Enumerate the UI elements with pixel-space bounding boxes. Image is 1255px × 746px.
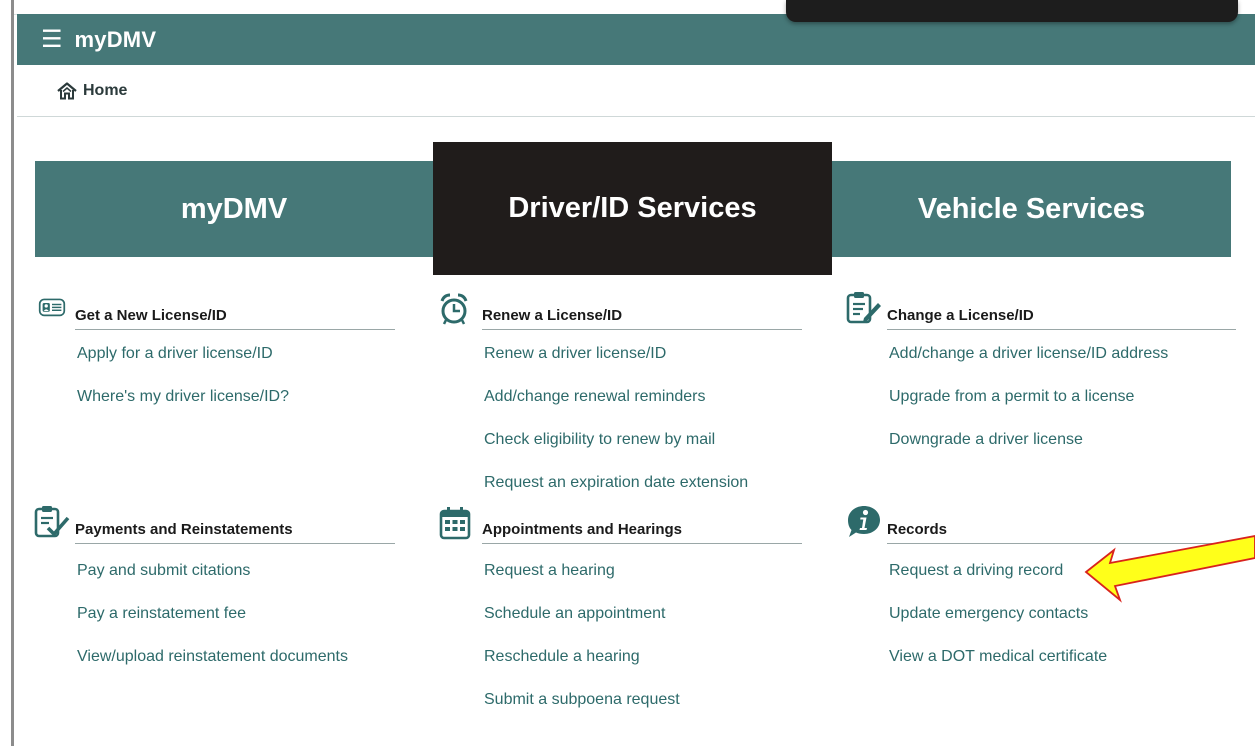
breadcrumb: Home <box>17 65 1255 117</box>
site-brand[interactable]: myDMV <box>75 27 157 53</box>
section-get-new-license: Get a New License/ID Apply for a driver … <box>34 298 395 405</box>
info-icon <box>848 506 880 537</box>
clipboard-check-icon <box>34 506 70 538</box>
section-payments: Payments and Reinstatements Pay and subm… <box>34 506 395 665</box>
link-renew-by-mail[interactable]: Check eligibility to renew by mail <box>484 431 715 449</box>
link-request-driving-record[interactable]: Request a driving record <box>889 562 1063 580</box>
section-title: Payments and Reinstatements <box>75 518 395 544</box>
section-appointments: Appointments and Hearings Request a hear… <box>439 507 802 708</box>
link-upgrade-permit[interactable]: Upgrade from a permit to a license <box>889 388 1134 406</box>
link-schedule-appointment[interactable]: Schedule an appointment <box>484 605 665 623</box>
tab-vehicle-services[interactable]: Vehicle Services <box>832 161 1231 257</box>
annotation-arrow-icon <box>1084 535 1255 603</box>
link-reschedule-hearing[interactable]: Reschedule a hearing <box>484 648 640 666</box>
calendar-icon <box>439 507 471 540</box>
section-title: Appointments and Hearings <box>482 518 802 544</box>
link-renew-license[interactable]: Renew a driver license/ID <box>484 345 666 363</box>
alarm-clock-icon <box>440 293 468 325</box>
link-reinstatement-fee[interactable]: Pay a reinstatement fee <box>77 605 246 623</box>
link-reinstatement-documents[interactable]: View/upload reinstatement documents <box>77 648 348 666</box>
section-change-license: Change a License/ID Add/change a driver … <box>846 292 1236 448</box>
hamburger-menu-icon[interactable]: ☰ <box>41 27 63 52</box>
section-renew-license: Renew a License/ID Renew a driver licens… <box>440 293 802 491</box>
link-downgrade-license[interactable]: Downgrade a driver license <box>889 431 1083 449</box>
link-request-hearing[interactable]: Request a hearing <box>484 562 615 580</box>
link-subpoena-request[interactable]: Submit a subpoena request <box>484 691 680 709</box>
link-expiration-extension[interactable]: Request an expiration date extension <box>484 474 748 492</box>
link-pay-citations[interactable]: Pay and submit citations <box>77 562 250 580</box>
tab-mydmv[interactable]: myDMV <box>35 161 433 257</box>
section-title: Change a License/ID <box>887 304 1236 330</box>
link-apply-license[interactable]: Apply for a driver license/ID <box>77 345 273 363</box>
link-emergency-contacts[interactable]: Update emergency contacts <box>889 605 1088 623</box>
link-dot-medical-certificate[interactable]: View a DOT medical certificate <box>889 648 1107 666</box>
link-renewal-reminders[interactable]: Add/change renewal reminders <box>484 388 705 406</box>
tab-driver-id-services[interactable]: Driver/ID Services <box>433 142 832 275</box>
id-card-icon <box>38 298 66 317</box>
link-change-address[interactable]: Add/change a driver license/ID address <box>889 345 1168 363</box>
home-icon[interactable] <box>57 81 77 100</box>
link-wheres-my-license[interactable]: Where's my driver license/ID? <box>77 388 289 406</box>
window-left-edge <box>0 0 14 746</box>
overlay-popup <box>786 0 1238 22</box>
edit-document-icon <box>846 292 881 324</box>
breadcrumb-home-link[interactable]: Home <box>83 82 127 100</box>
section-title: Get a New License/ID <box>75 304 395 330</box>
section-title: Renew a License/ID <box>482 304 802 330</box>
